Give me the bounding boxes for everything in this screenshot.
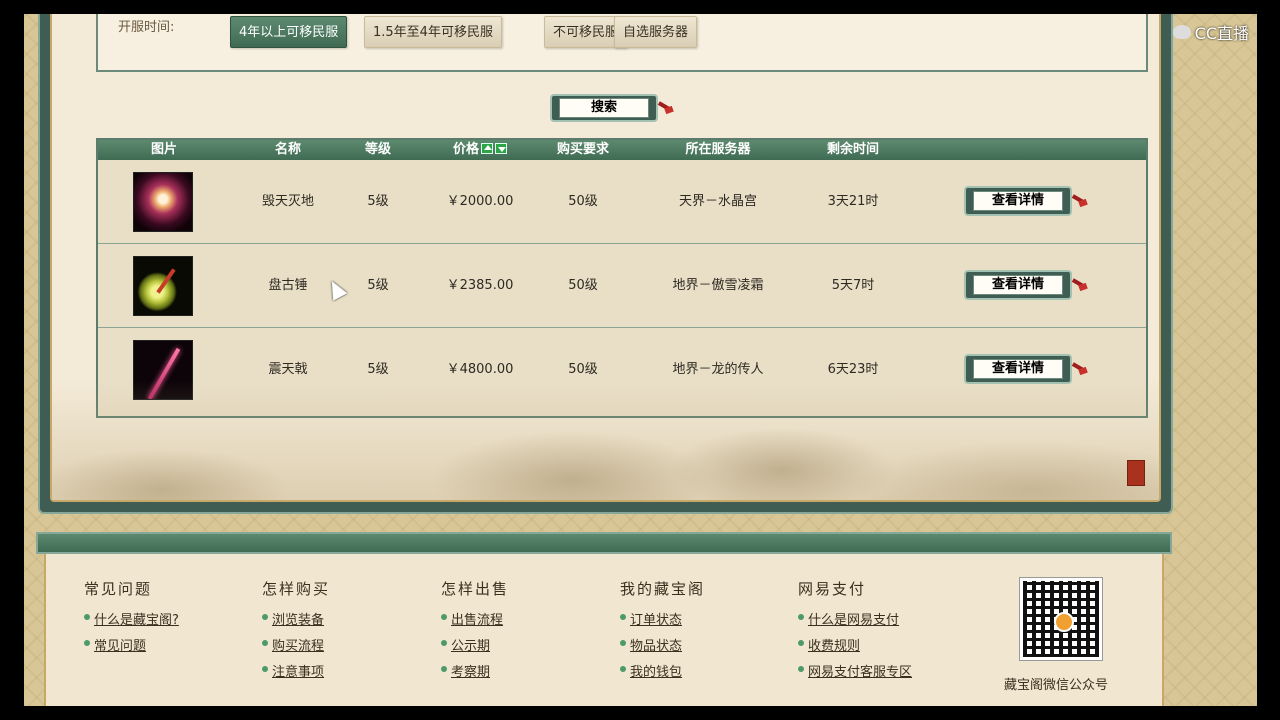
tassel-icon — [656, 98, 674, 116]
item-time-left: 3天21时 — [827, 194, 879, 209]
view-details-label: 查看详情 — [973, 275, 1063, 295]
footer-col-buy: 怎样购买 浏览装备 购买流程 注意事项 — [262, 578, 330, 687]
item-name: 盘古锤 — [268, 278, 308, 293]
header-name: 名称 — [274, 142, 301, 157]
header-price: 价格 — [430, 140, 530, 160]
red-seal-icon — [1127, 460, 1145, 486]
footer-link[interactable]: 公示期 — [441, 635, 509, 654]
footer-col-title: 网易支付 — [798, 580, 867, 598]
footer-link[interactable]: 浏览装备 — [262, 609, 330, 628]
item-thumbnail[interactable] — [133, 340, 193, 400]
filter-option-4yr-plus[interactable]: 4年以上可移民服 — [230, 16, 348, 48]
footer-link[interactable]: 物品状态 — [620, 635, 705, 654]
panel-content: 开服时间: 4年以上可移民服 1.5年至4年可移民服 不可移民服 自选服务器 搜… — [50, 14, 1161, 502]
footer-col-title: 怎样出售 — [441, 580, 510, 598]
qr-caption: 藏宝阁微信公众号 — [1004, 678, 1109, 693]
footer-col-faq: 常见问题 什么是藏宝阁? 常见问题 — [84, 578, 179, 661]
item-thumbnail[interactable] — [133, 256, 193, 316]
item-server: 天界－水晶宫 — [678, 194, 757, 209]
sort-ascending-icon[interactable] — [481, 143, 493, 154]
item-name: 震天戟 — [268, 362, 308, 377]
table-row: 震天戟 5级 ￥4800.00 50级 地界－龙的传人 6天23时 查看详情 — [98, 328, 1146, 412]
main-panel: 开服时间: 4年以上可移民服 1.5年至4年可移民服 不可移民服 自选服务器 搜… — [38, 14, 1173, 514]
view-details-label: 查看详情 — [973, 191, 1063, 211]
footer-link[interactable]: 出售流程 — [441, 609, 509, 628]
item-price: ￥2385.00 — [446, 278, 514, 293]
header-server: 所在服务器 — [685, 142, 751, 157]
footer-col-payment: 网易支付 什么是网易支付 收费规则 网易支付客服专区 — [798, 578, 912, 687]
search-button[interactable]: 搜索 — [550, 94, 658, 122]
tassel-icon — [1070, 275, 1088, 293]
cc-logo-icon — [1172, 25, 1191, 39]
filter-option-1-5-to-4yr[interactable]: 1.5年至4年可移民服 — [364, 16, 502, 48]
view-details-button[interactable]: 查看详情 — [964, 354, 1072, 384]
filter-section: 开服时间: 4年以上可移民服 1.5年至4年可移民服 不可移民服 自选服务器 — [96, 14, 1148, 72]
footer-link[interactable]: 注意事项 — [262, 661, 330, 680]
header-image: 图片 — [150, 142, 177, 157]
footer-divider — [36, 532, 1172, 554]
item-requirement: 50级 — [568, 362, 598, 377]
sort-descending-icon[interactable] — [495, 143, 507, 154]
footer-link[interactable]: 网易支付客服专区 — [798, 661, 912, 680]
table-header: 图片 名称 等级 价格 购买要求 所在服务器 剩余时间 — [98, 140, 1146, 160]
item-level: 5级 — [367, 194, 389, 209]
item-thumbnail[interactable] — [133, 172, 193, 232]
footer: 常见问题 什么是藏宝阁? 常见问题 怎样购买 浏览装备 购买流程 注意事项 怎样… — [44, 554, 1164, 706]
item-name: 毁天灭地 — [261, 194, 314, 209]
view-details-button[interactable]: 查看详情 — [964, 270, 1072, 300]
open-time-label: 开服时间: — [118, 20, 175, 35]
item-price: ￥4800.00 — [446, 362, 514, 377]
footer-col-title: 我的藏宝阁 — [620, 580, 706, 598]
item-requirement: 50级 — [568, 278, 598, 293]
footer-link[interactable]: 订单状态 — [620, 609, 705, 628]
tassel-icon — [1070, 359, 1088, 377]
footer-link[interactable]: 考察期 — [441, 661, 509, 680]
header-requirement: 购买要求 — [556, 142, 609, 157]
item-price: ￥2000.00 — [446, 194, 514, 209]
footer-col-sell: 怎样出售 出售流程 公示期 考察期 — [441, 578, 509, 687]
item-server: 地界－龙的传人 — [672, 362, 764, 377]
table-row: 毁天灭地 5级 ￥2000.00 50级 天界－水晶宫 3天21时 查看详情 — [98, 160, 1146, 244]
listing-table: 图片 名称 等级 价格 购买要求 所在服务器 剩余时间 毁天灭地 5级 ￥200… — [96, 138, 1148, 418]
item-time-left: 6天23时 — [827, 362, 879, 377]
footer-link[interactable]: 什么是藏宝阁? — [84, 609, 179, 628]
view-details-button[interactable]: 查看详情 — [964, 186, 1072, 216]
watermark-text: CC直播 — [1194, 24, 1249, 43]
footer-link[interactable]: 什么是网易支付 — [798, 609, 912, 628]
footer-link[interactable]: 常见问题 — [84, 635, 179, 654]
tassel-icon — [1070, 191, 1088, 209]
qr-code-icon — [1019, 577, 1103, 661]
header-level: 等级 — [364, 142, 391, 157]
footer-col-my-account: 我的藏宝阁 订单状态 物品状态 我的钱包 — [620, 578, 705, 687]
footer-link[interactable]: 我的钱包 — [620, 661, 705, 680]
item-level: 5级 — [367, 362, 389, 377]
item-level: 5级 — [367, 278, 389, 293]
table-row: 盘古锤 5级 ￥2385.00 50级 地界－傲雪凌霜 5天7时 查看详情 — [98, 244, 1146, 328]
stream-watermark: CC直播 — [1172, 20, 1249, 44]
view-details-label: 查看详情 — [973, 359, 1063, 379]
footer-link[interactable]: 收费规则 — [798, 635, 912, 654]
item-requirement: 50级 — [568, 194, 598, 209]
footer-link[interactable]: 购买流程 — [262, 635, 330, 654]
page-background: CC直播 开服时间: 4年以上可移民服 1.5年至4年可移民服 不可移民服 自选… — [24, 14, 1257, 706]
item-time-left: 5天7时 — [831, 278, 875, 293]
header-price-label: 价格 — [452, 142, 479, 157]
item-server: 地界－傲雪凌霜 — [672, 278, 764, 293]
header-time-left: 剩余时间 — [826, 142, 879, 157]
footer-col-title: 常见问题 — [84, 580, 153, 598]
filter-option-custom-server[interactable]: 自选服务器 — [614, 16, 698, 48]
search-button-label: 搜索 — [559, 98, 649, 118]
footer-col-title: 怎样购买 — [262, 580, 331, 598]
